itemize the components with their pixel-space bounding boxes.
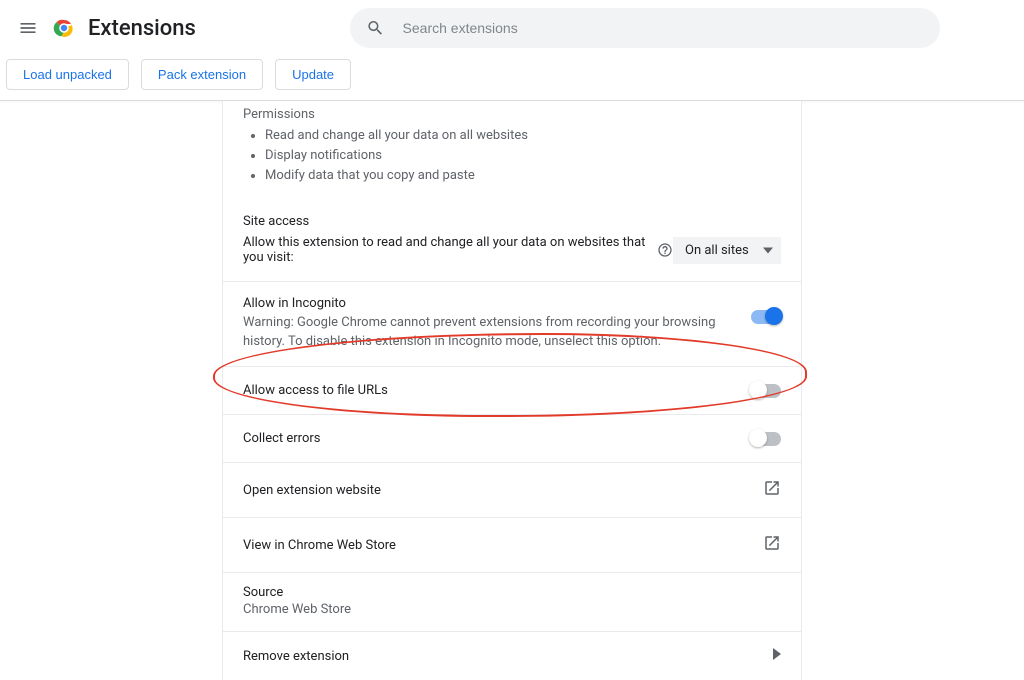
update-button[interactable]: Update xyxy=(275,59,351,90)
remove-extension-label: Remove extension xyxy=(243,649,349,664)
load-unpacked-button[interactable]: Load unpacked xyxy=(6,59,129,90)
allow-file-urls-row: Allow access to file URLs xyxy=(223,367,801,414)
open-extension-website-row[interactable]: Open extension website xyxy=(223,463,801,517)
pack-extension-button[interactable]: Pack extension xyxy=(141,59,263,90)
source-value: Chrome Web Store xyxy=(243,602,781,617)
permission-item: Display notifications xyxy=(265,146,781,166)
collect-errors-toggle[interactable] xyxy=(751,432,781,446)
chevron-down-icon xyxy=(763,243,773,258)
search-field[interactable] xyxy=(350,8,940,48)
allow-incognito-toggle[interactable] xyxy=(751,310,781,324)
allow-incognito-row: Allow in Incognito Warning: Google Chrom… xyxy=(223,282,801,366)
app-header: Extensions xyxy=(0,0,1024,56)
open-in-new-icon xyxy=(763,534,781,556)
hamburger-icon xyxy=(18,18,38,38)
open-extension-website-label: Open extension website xyxy=(243,483,381,498)
view-in-store-row[interactable]: View in Chrome Web Store xyxy=(223,518,801,572)
search-icon xyxy=(366,18,385,38)
site-access-value: On all sites xyxy=(685,243,749,258)
chrome-logo-icon xyxy=(52,16,76,40)
chevron-right-icon xyxy=(773,648,781,664)
open-in-new-icon xyxy=(763,479,781,501)
site-access-select[interactable]: On all sites xyxy=(673,237,781,264)
site-access-heading: Site access xyxy=(243,214,781,229)
view-in-store-label: View in Chrome Web Store xyxy=(243,538,396,553)
toolbar: Load unpacked Pack extension Update xyxy=(0,56,1024,101)
permissions-list: Read and change all your data on all web… xyxy=(243,126,781,186)
permission-item: Modify data that you copy and paste xyxy=(265,166,781,186)
permission-item: Read and change all your data on all web… xyxy=(265,126,781,146)
allow-file-urls-label: Allow access to file URLs xyxy=(243,383,388,398)
allow-incognito-label: Allow in Incognito xyxy=(243,296,731,311)
source-row: Source Chrome Web Store xyxy=(223,573,801,631)
content-area: Permissions Read and change all your dat… xyxy=(0,101,1024,680)
allow-file-urls-toggle[interactable] xyxy=(751,384,781,398)
source-label: Source xyxy=(243,585,781,600)
remove-extension-row[interactable]: Remove extension xyxy=(223,632,801,680)
collect-errors-label: Collect errors xyxy=(243,431,320,446)
search-input[interactable] xyxy=(403,20,924,36)
main-menu-button[interactable] xyxy=(8,8,48,48)
extension-detail-card: Permissions Read and change all your dat… xyxy=(222,101,802,680)
permissions-heading: Permissions xyxy=(243,107,781,122)
site-access-prompt: Allow this extension to read and change … xyxy=(243,235,651,265)
site-access-row: Allow this extension to read and change … xyxy=(223,235,801,281)
help-icon[interactable] xyxy=(657,242,673,258)
page-title: Extensions xyxy=(88,16,196,41)
permissions-section: Permissions Read and change all your dat… xyxy=(223,101,801,200)
collect-errors-row: Collect errors xyxy=(223,415,801,462)
allow-incognito-desc: Warning: Google Chrome cannot prevent ex… xyxy=(243,314,731,352)
